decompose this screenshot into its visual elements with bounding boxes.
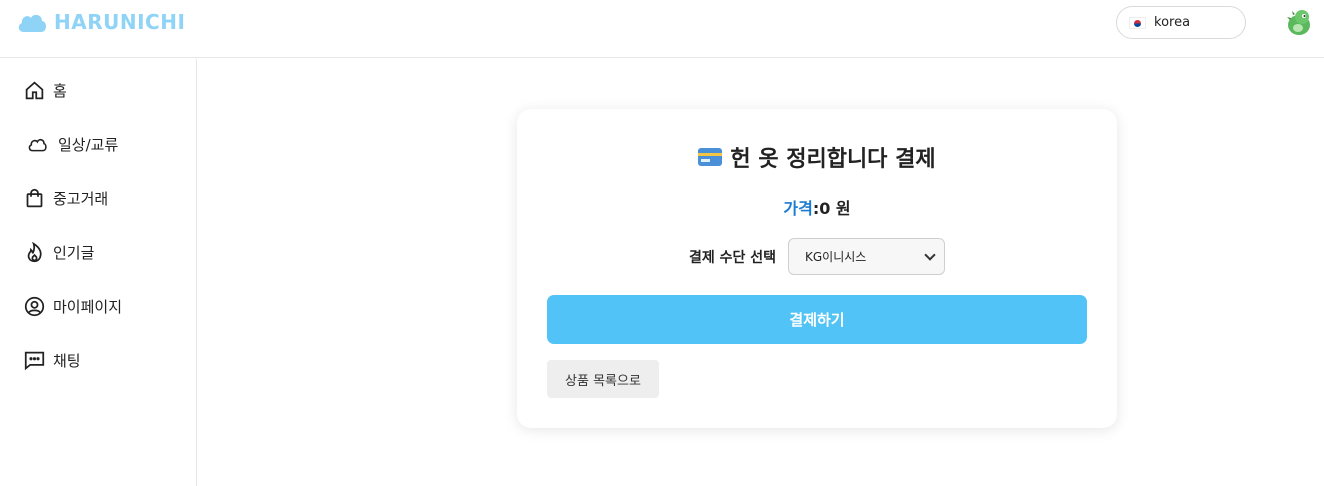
sidebar-item-label: 마이페이지: [53, 298, 123, 316]
chevron-down-icon: [924, 248, 936, 261]
page-title: 헌 옷 정리합니다 결제: [517, 141, 1117, 173]
price-label: 가격: [783, 199, 813, 218]
logo[interactable]: HARUNICHI: [16, 10, 185, 34]
fire-icon: [27, 242, 42, 263]
sidebar-item-home[interactable]: 홈: [24, 80, 67, 101]
sidebar-item-chat[interactable]: 채팅: [24, 350, 81, 371]
sidebar-item-label: 중고거래: [53, 190, 109, 208]
payment-method-value: KG이니시스: [805, 250, 867, 264]
sidebar-item-mypage[interactable]: 마이페이지: [24, 296, 122, 317]
price-value: :0 원: [812, 199, 851, 218]
chat-icon: [24, 351, 45, 371]
user-circle-icon: [24, 296, 45, 317]
sidebar-item-label: 채팅: [53, 352, 81, 370]
logo-text: HARUNICHI: [54, 10, 186, 34]
back-to-list-button[interactable]: 상품 목록으로: [547, 360, 659, 398]
sidebar-item-popular[interactable]: 인기글: [24, 242, 94, 263]
home-icon: [25, 81, 44, 100]
language-label: korea: [1154, 15, 1191, 30]
sidebar: 홈 일상/교류 중고거래 인기글 마이페이지 채팅: [0, 59, 197, 486]
cloud-icon: [28, 138, 47, 152]
top-header: HARUNICHI korea: [0, 0, 1324, 58]
language-selector[interactable]: korea: [1116, 6, 1246, 39]
pay-button[interactable]: 결제하기: [547, 295, 1087, 344]
payment-card: 헌 옷 정리합니다 결제 가격:0 원 결제 수단 선택 KG이니시스 결제하기…: [517, 109, 1117, 428]
sidebar-item-label: 인기글: [53, 244, 95, 262]
price-line: 가격:0 원: [517, 195, 1117, 219]
credit-card-icon: [698, 148, 723, 166]
dinosaur-avatar-icon[interactable]: [1284, 8, 1314, 38]
sidebar-item-daily[interactable]: 일상/교류: [24, 134, 118, 155]
korea-flag-icon: [1129, 16, 1146, 29]
sidebar-item-market[interactable]: 중고거래: [24, 188, 108, 209]
sidebar-item-label: 일상/교류: [58, 136, 119, 154]
sidebar-item-label: 홈: [53, 82, 67, 100]
shopping-bag-icon: [26, 188, 43, 208]
payment-method-select[interactable]: KG이니시스: [788, 238, 946, 275]
payment-method-label: 결제 수단 선택: [688, 249, 777, 266]
payment-method-row: 결제 수단 선택 KG이니시스: [517, 238, 1117, 275]
cloud-logo-icon: [18, 14, 46, 32]
payment-title: 헌 옷 정리합니다 결제: [730, 147, 936, 172]
